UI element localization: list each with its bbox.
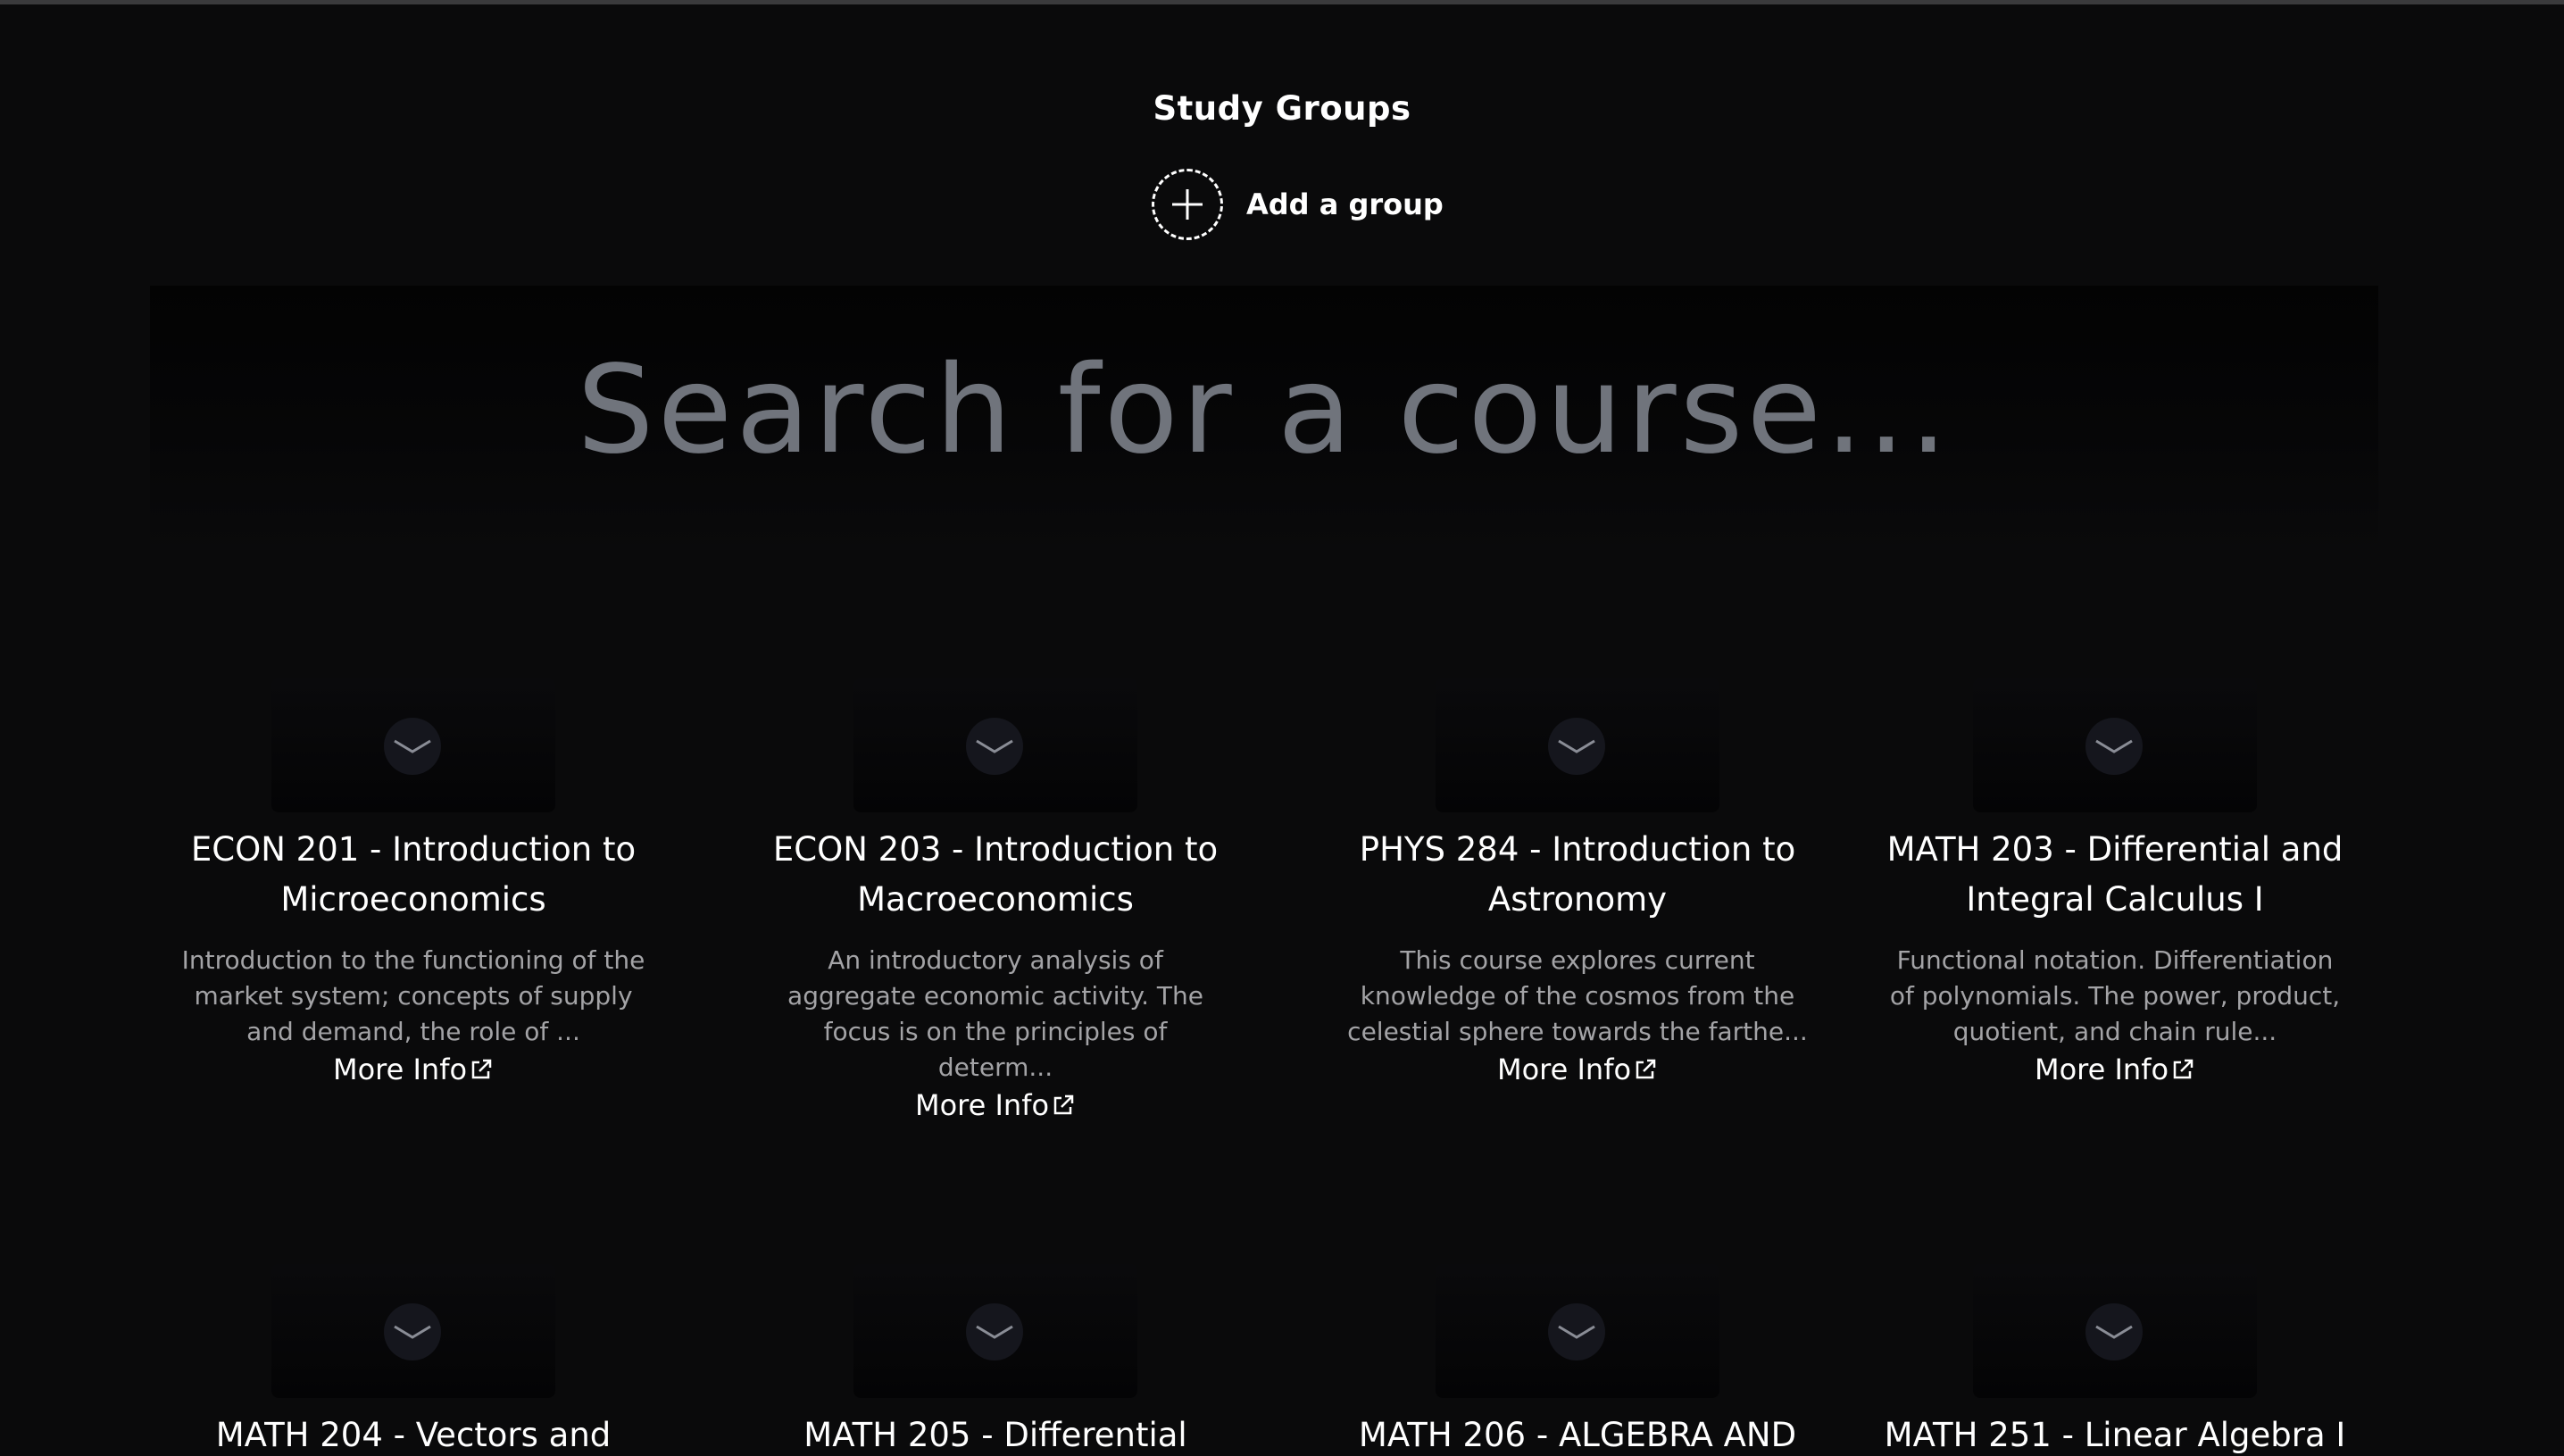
course-title: ECON 201 - Introduction to Microeconomic… [190, 830, 637, 919]
search-input[interactable] [150, 339, 2378, 482]
more-info-label[interactable]: More Info [1497, 1052, 1631, 1087]
course-title: ECON 203 - Introduction to Macroeconomic… [772, 830, 1219, 919]
chevron-down-icon [2085, 1303, 2143, 1360]
course-thumbnail [271, 1264, 555, 1398]
chevron-down-icon [384, 718, 441, 775]
course-thumbnail [853, 678, 1137, 812]
course-description: This course explores current knowledge o… [1347, 945, 1808, 1046]
chevron-down-icon [966, 718, 1023, 775]
chevron-down-icon [1548, 718, 1605, 775]
course-thumbnail [1973, 1264, 2257, 1398]
course-card[interactable]: ECON 203 - Introduction to Macroeconomic… [732, 678, 1259, 1123]
course-card[interactable]: MATH 251 - Linear Algebra I [1852, 1264, 2378, 1456]
course-card[interactable]: ECON 201 - Introduction to Microeconomic… [150, 678, 677, 1087]
plus-icon[interactable] [1152, 169, 1223, 240]
course-card[interactable]: PHYS 284 - Introduction to Astronomy Thi… [1314, 678, 1841, 1087]
top-border [0, 0, 2564, 4]
more-info-link[interactable]: More Info [2035, 1052, 2195, 1087]
more-info-label[interactable]: More Info [915, 1087, 1049, 1123]
more-info-label[interactable]: More Info [2035, 1052, 2169, 1087]
course-description: Introduction to the functioning of the m… [181, 945, 645, 1046]
external-link-icon [1636, 1059, 1656, 1079]
more-info-link[interactable]: More Info [1497, 1052, 1658, 1087]
more-info-link[interactable]: More Info [333, 1052, 494, 1087]
course-card[interactable]: MATH 203 - Differential and Integral Cal… [1852, 678, 2378, 1087]
course-title: MATH 251 - Linear Algebra I [1884, 1416, 2346, 1454]
course-card[interactable]: MATH 204 - Vectors and [150, 1264, 677, 1456]
course-thumbnail [853, 1264, 1137, 1398]
course-title: PHYS 284 - Introduction to Astronomy [1359, 830, 1796, 919]
more-info-link[interactable]: More Info [915, 1087, 1076, 1123]
course-title: MATH 205 - Differential [803, 1416, 1187, 1454]
add-group-label[interactable]: Add a group [1246, 187, 1444, 221]
search-area [150, 286, 2378, 553]
course-thumbnail [1436, 678, 1719, 812]
external-link-icon [471, 1059, 492, 1079]
add-group-button[interactable]: Add a group [1152, 166, 1444, 243]
external-link-icon [1053, 1094, 1074, 1115]
course-thumbnail [1436, 1264, 1719, 1398]
course-title: MATH 204 - Vectors and [215, 1416, 612, 1454]
course-description: Functional notation. Differentiation of … [1889, 945, 2341, 1046]
course-title: MATH 206 - ALGEBRA AND [1358, 1416, 1797, 1454]
more-info-label[interactable]: More Info [333, 1052, 467, 1087]
course-card[interactable]: MATH 205 - Differential [732, 1264, 1259, 1456]
course-description: An introductory analysis of aggregate ec… [787, 945, 1203, 1082]
chevron-down-icon [384, 1303, 441, 1360]
chevron-down-icon [2085, 718, 2143, 775]
course-thumbnail [271, 678, 555, 812]
course-thumbnail [1973, 678, 2257, 812]
page: Study Groups Add a group ECON 201 - Intr… [0, 0, 2564, 1456]
external-link-icon [2173, 1059, 2194, 1079]
chevron-down-icon [1548, 1303, 1605, 1360]
page-title: Study Groups [1153, 89, 1411, 128]
course-title: MATH 203 - Differential and Integral Cal… [1886, 830, 2343, 919]
chevron-down-icon [966, 1303, 1023, 1360]
course-card[interactable]: MATH 206 - ALGEBRA AND [1314, 1264, 1841, 1456]
